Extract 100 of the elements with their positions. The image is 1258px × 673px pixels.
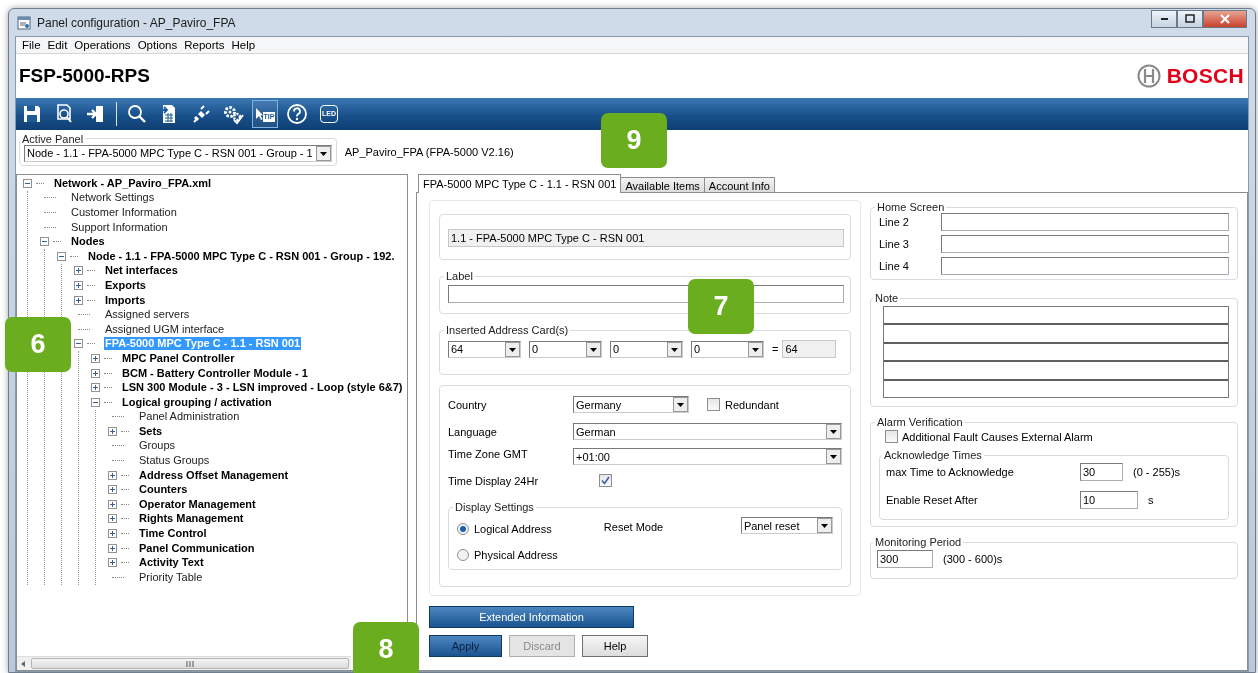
dropdown[interactable]: 0: [610, 340, 683, 358]
dropdown[interactable]: Germany: [573, 396, 689, 413]
tree-item[interactable]: Nodes: [70, 235, 106, 249]
radio-label: Logical Address: [474, 523, 552, 535]
dropdown[interactable]: 64: [448, 340, 521, 358]
tree-item[interactable]: Priority Table: [138, 570, 204, 584]
field-label: Language: [448, 425, 498, 438]
menu-item[interactable]: Reports: [181, 37, 229, 53]
collapse-icon[interactable]: [74, 339, 83, 349]
expand-icon[interactable]: [108, 499, 117, 509]
scrollbar-thumb[interactable]: [31, 658, 349, 669]
expand-icon[interactable]: [108, 543, 117, 553]
tree-item[interactable]: Groups: [138, 439, 177, 453]
range-label: (0 - 255)s: [1133, 466, 1181, 478]
expand-icon[interactable]: [108, 529, 117, 539]
caret-icon: [667, 341, 682, 357]
tree-item[interactable]: Status Groups: [138, 454, 211, 468]
expand-icon[interactable]: [74, 295, 83, 305]
collapse-icon[interactable]: [57, 251, 66, 261]
range-label: s: [1148, 494, 1154, 506]
tab[interactable]: Account Info: [703, 177, 775, 192]
tree-item[interactable]: Activity Text: [138, 556, 205, 570]
note-field[interactable]: [883, 306, 1229, 398]
tree-item[interactable]: Rights Management: [138, 512, 245, 526]
tree-item[interactable]: Assigned servers: [104, 308, 191, 322]
range-label: (300 - 600)s: [943, 553, 1003, 565]
maximize-button[interactable]: [1177, 10, 1203, 28]
callout-badge: 7: [688, 279, 754, 334]
text-field[interactable]: [940, 257, 1229, 275]
collapse-icon[interactable]: [40, 237, 49, 247]
text-field[interactable]: [940, 213, 1229, 231]
text-field[interactable]: 300: [877, 550, 933, 568]
expand-icon[interactable]: [108, 426, 117, 436]
expand-icon[interactable]: [108, 470, 117, 480]
collapse-icon[interactable]: [91, 397, 100, 407]
expand-icon[interactable]: [74, 280, 83, 290]
menu-item[interactable]: Operations: [71, 37, 135, 53]
close-icon: [1219, 14, 1231, 24]
tree-item[interactable]: Net interfaces: [104, 264, 179, 278]
expand-icon[interactable]: [91, 353, 100, 363]
expand-icon[interactable]: [91, 368, 100, 378]
text-field[interactable]: 10: [1080, 491, 1138, 509]
tree-item[interactable]: Network - AP_Paviro_FPA.xml: [53, 176, 213, 190]
tree-item[interactable]: Node - 1.1 - FPA-5000 MPC Type C - RSN 001 - Group - 192.: [87, 249, 396, 263]
tree-item[interactable]: Counters: [138, 483, 189, 497]
dropdown[interactable]: +01:00: [573, 448, 842, 465]
expand-icon[interactable]: [74, 266, 83, 276]
tree-item[interactable]: Exports: [104, 278, 147, 292]
callout-badge: 8: [353, 622, 419, 673]
expand-icon[interactable]: [108, 514, 117, 524]
tree-item[interactable]: Panel Administration: [138, 410, 241, 424]
dropdown[interactable]: German: [573, 423, 842, 440]
tree-item[interactable]: BCM - Battery Controller Module - 1: [121, 366, 309, 380]
dropdown[interactable]: Node - 1.1 - FPA-5000 MPC Type C - RSN 001 - Group - 1: [24, 144, 332, 162]
dropdown[interactable]: 0: [691, 340, 764, 358]
tree-item[interactable]: Logical grouping / activation: [121, 395, 273, 409]
tree-item[interactable]: Time Control: [138, 527, 208, 541]
menu-item[interactable]: Edit: [44, 37, 72, 53]
readonly-field[interactable]: 64: [782, 340, 837, 358]
button[interactable]: Help: [582, 635, 648, 657]
collapse-icon[interactable]: [23, 178, 32, 188]
tab[interactable]: FPA-5000 MPC Type C - 1.1 - RSN 001: [418, 174, 622, 193]
checkbox[interactable]: [707, 398, 720, 411]
tree-item[interactable]: Operator Management: [138, 497, 257, 511]
text-field[interactable]: 30: [1080, 463, 1123, 481]
group-label: Note: [874, 292, 900, 304]
button[interactable]: Extended Information: [429, 606, 634, 628]
field-label: Line 2: [879, 216, 910, 228]
expand-icon[interactable]: [91, 383, 100, 393]
checkbox[interactable]: [599, 474, 612, 487]
radio-button[interactable]: [457, 549, 469, 561]
minimize-button[interactable]: [1151, 10, 1177, 28]
menu-item[interactable]: File: [19, 37, 45, 53]
dropdown[interactable]: Panel reset: [740, 517, 833, 534]
tree-item[interactable]: Panel Communication: [138, 541, 256, 555]
readonly-field[interactable]: 1.1 - FPA-5000 MPC Type C - RSN 001: [448, 229, 844, 247]
panel-info: AP_Paviro_FPA (FPA-5000 V2.16): [344, 146, 514, 158]
tree-item[interactable]: Support Information: [70, 220, 169, 234]
logo-icon: [1136, 64, 1161, 88]
field-label: Time Display 24Hr: [448, 474, 540, 487]
close-button[interactable]: [1203, 10, 1247, 28]
menu-item[interactable]: Help: [228, 37, 260, 53]
text-field[interactable]: [940, 235, 1229, 253]
expand-icon[interactable]: [108, 558, 117, 568]
tree-item[interactable]: Imports: [104, 293, 147, 307]
tree-item[interactable]: MPC Panel Controller: [121, 351, 236, 365]
tree-item[interactable]: Assigned UGM interface: [104, 322, 226, 336]
radio-button[interactable]: [457, 523, 469, 535]
horizontal-scrollbar[interactable]: [17, 656, 351, 670]
expand-icon[interactable]: [108, 485, 117, 495]
tree-item[interactable]: Customer Information: [70, 206, 178, 219]
dropdown[interactable]: 0: [529, 340, 602, 358]
save-icon: [21, 103, 43, 125]
tab[interactable]: Available Items: [620, 177, 705, 192]
tree-item[interactable]: LSN 300 Module - 3 - LSN improved - Loop (style 6&7): [121, 381, 404, 395]
tree-item[interactable]: Network Settings: [70, 191, 156, 205]
tree-item[interactable]: Address Offset Management: [138, 468, 290, 482]
menu-item[interactable]: Options: [134, 37, 182, 53]
checkbox[interactable]: [885, 430, 898, 443]
tree-item[interactable]: Sets: [138, 424, 164, 438]
